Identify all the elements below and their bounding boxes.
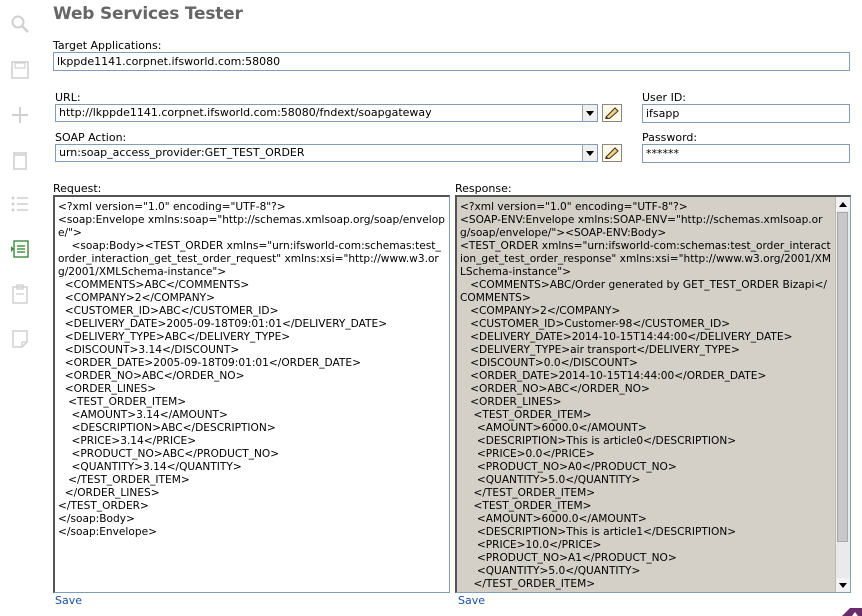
edit-url-button[interactable] (602, 104, 622, 122)
search-icon[interactable] (8, 12, 32, 36)
list-icon[interactable] (8, 192, 32, 216)
response-label: Response: (455, 182, 512, 195)
delete-icon[interactable] (8, 148, 32, 172)
scroll-up-icon[interactable] (836, 197, 850, 211)
chevron-down-icon[interactable] (582, 145, 597, 161)
edit-soap-action-button[interactable] (602, 144, 622, 162)
side-toolbar (0, 0, 40, 616)
soap-action-value: urn:soap_access_provider:GET_TEST_ORDER (59, 146, 305, 159)
response-save-link[interactable]: Save (458, 594, 485, 607)
response-body: <?xml version="1.0" encoding="UTF-8"?> <… (460, 201, 831, 590)
pencil-icon (605, 147, 619, 159)
request-label: Request: (53, 182, 102, 195)
url-value: http://lkppde1141.corpnet.ifsworld.com:5… (59, 106, 432, 119)
url-combobox[interactable]: http://lkppde1141.corpnet.ifsworld.com:5… (55, 104, 598, 122)
request-save-link[interactable]: Save (55, 594, 82, 607)
clipboard-icon[interactable] (8, 282, 32, 306)
target-applications-label: Target Applications: (53, 39, 162, 52)
pencil-icon (605, 107, 619, 119)
request-body: <?xml version="1.0" encoding="UTF-8"?> <… (58, 201, 445, 538)
add-icon[interactable] (8, 103, 32, 127)
request-textarea[interactable]: <?xml version="1.0" encoding="UTF-8"?> <… (53, 195, 450, 593)
user-id-input[interactable]: ifsapp (642, 104, 850, 123)
password-label: Password: (642, 131, 698, 144)
response-scrollbar[interactable] (835, 197, 850, 592)
password-input[interactable]: ****** (642, 144, 850, 163)
target-applications-input[interactable]: lkppde1141.corpnet.ifsworld.com:58080 (53, 52, 850, 71)
save-icon[interactable] (8, 58, 32, 82)
page-title: Web Services Tester (53, 4, 243, 24)
note-icon[interactable] (8, 327, 32, 351)
brand-logo-icon (842, 608, 862, 616)
active-list-icon[interactable] (8, 237, 32, 261)
response-textarea[interactable]: <?xml version="1.0" encoding="UTF-8"?> <… (455, 195, 851, 593)
soap-action-label: SOAP Action: (55, 131, 127, 144)
user-id-label: User ID: (642, 91, 686, 104)
soap-action-combobox[interactable]: urn:soap_access_provider:GET_TEST_ORDER (55, 144, 598, 162)
scroll-down-icon[interactable] (836, 578, 850, 592)
scroll-thumb[interactable] (837, 212, 848, 542)
chevron-down-icon[interactable] (582, 105, 597, 121)
url-label: URL: (55, 91, 81, 104)
